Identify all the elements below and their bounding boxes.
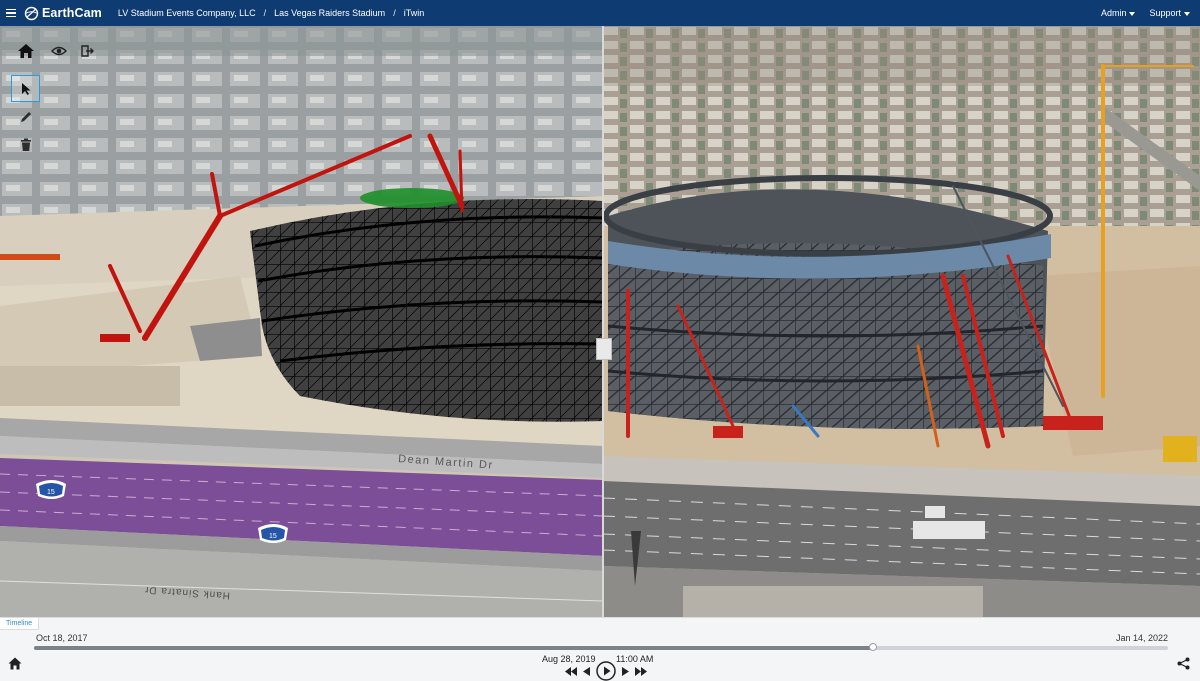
breadcrumb-separator: / [393,8,396,18]
support-menu[interactable]: Support [1149,8,1190,18]
interstate-shield-icon: 15 [36,480,66,499]
skip-back-icon[interactable] [565,666,577,676]
comparison-viewport[interactable]: Dean Martin Dr Hank Sinatra Dr 15 15 [0,26,1200,617]
model-scene: Dean Martin Dr Hank Sinatra Dr 15 15 [0,26,603,617]
earthcam-logo[interactable]: EarthCam [24,6,102,21]
bim-model-pane[interactable]: Dean Martin Dr Hank Sinatra Dr 15 15 [0,26,603,617]
split-drag-handle[interactable] [596,338,612,360]
chevron-down-icon [1184,11,1190,16]
timeline-start-date: Oct 18, 2017 [36,633,88,643]
camera-photo-pane[interactable] [603,26,1200,617]
pencil-icon[interactable] [18,109,34,125]
timeline-slider-handle[interactable] [869,643,878,651]
camera-scene [603,26,1200,617]
globe-logo-icon [24,6,39,20]
playback-controls [565,661,647,681]
step-back-icon[interactable] [583,666,590,676]
svg-text:15: 15 [269,533,277,540]
cursor-icon[interactable] [11,75,40,102]
breadcrumb-separator: / [263,8,267,18]
support-label: Support [1149,8,1181,18]
home-view-icon[interactable] [16,42,36,60]
hamburger-menu-icon[interactable] [0,0,22,26]
timeline-end-date: Jan 14, 2022 [1115,633,1168,643]
admin-menu[interactable]: Admin [1101,8,1136,18]
play-icon[interactable] [596,661,616,681]
timeline-panel: Timeline Oct 18, 2017 Jan 14, 2022 Aug 2… [0,617,1200,681]
timeline-progress-fill [34,646,874,650]
breadcrumb: LV Stadium Events Company, LLC / Las Veg… [118,8,424,18]
breadcrumb-view[interactable]: iTwin [404,8,425,18]
timeline-slider[interactable] [34,643,1168,651]
exit-icon[interactable] [79,43,95,59]
interstate-shield-icon: 15 [258,524,288,543]
breadcrumb-company[interactable]: LV Stadium Events Company, LLC [118,8,256,18]
svg-text:15: 15 [47,489,55,496]
split-divider[interactable] [602,26,604,617]
trash-icon[interactable] [18,137,34,153]
step-forward-icon[interactable] [622,666,629,676]
eye-icon[interactable] [50,43,68,59]
breadcrumb-project[interactable]: Las Vegas Raiders Stadium [274,8,385,18]
chevron-down-icon [1129,11,1136,16]
top-bar: EarthCam LV Stadium Events Company, LLC … [0,0,1200,26]
admin-label: Admin [1100,8,1127,18]
logo-text: EarthCam [42,6,102,20]
home-icon[interactable] [8,656,22,670]
share-icon[interactable] [1176,656,1190,670]
skip-forward-icon[interactable] [635,666,647,676]
tab-timeline[interactable]: Timeline [0,618,40,630]
